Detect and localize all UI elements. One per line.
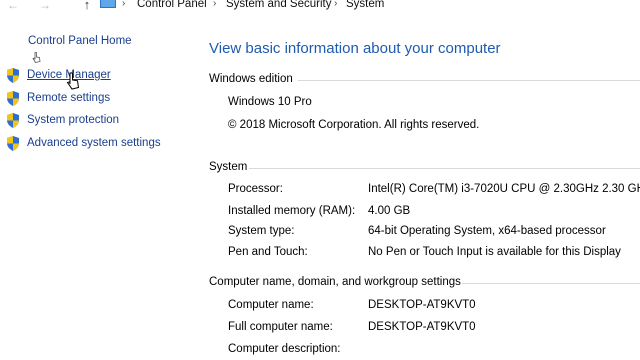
computer-name-value: DESKTOP-AT9KVT0: [368, 299, 476, 311]
shield-icon: [7, 136, 19, 151]
pen-and-touch-value: No Pen or Touch Input is available for t…: [368, 246, 621, 258]
shield-icon: [7, 91, 19, 106]
section-heading-system: System: [209, 161, 248, 173]
processor-value: Intel(R) Core(TM) i3-7020U CPU @ 2.30GHz…: [368, 183, 640, 195]
sidebar-item-system-protection[interactable]: System protection: [27, 114, 119, 126]
section-heading-windows-edition: Windows edition: [209, 73, 293, 85]
up-arrow-icon[interactable]: ↑: [80, 0, 94, 11]
windows-edition-name: Windows 10 Pro: [228, 96, 312, 108]
breadcrumb-system-and-security[interactable]: System and Security: [226, 0, 331, 10]
section-heading-computer-name: Computer name, domain, and workgroup set…: [209, 276, 461, 288]
processor-label: Processor:: [228, 183, 283, 195]
full-computer-name-label: Full computer name:: [228, 321, 333, 333]
system-type-label: System type:: [228, 225, 295, 237]
chevron-right-icon[interactable]: ›: [213, 0, 216, 9]
breadcrumb-system[interactable]: System: [346, 0, 384, 10]
full-computer-name-value: DESKTOP-AT9KVT0: [368, 321, 476, 333]
system-type-value: 64-bit Operating System, x64-based proce…: [368, 225, 606, 237]
windows-copyright: © 2018 Microsoft Corporation. All rights…: [228, 119, 480, 131]
shield-icon: [7, 113, 19, 128]
chevron-right-icon[interactable]: ›: [122, 0, 125, 9]
chevron-right-icon[interactable]: ›: [334, 0, 337, 9]
sidebar-item-advanced-system-settings[interactable]: Advanced system settings: [27, 137, 161, 149]
page-title: View basic information about your comput…: [209, 40, 501, 57]
shield-icon: [7, 68, 19, 83]
section-divider: [462, 283, 640, 284]
forward-arrow-icon[interactable]: →: [38, 0, 52, 11]
hand-pointer-icon: [32, 52, 41, 63]
pen-and-touch-label: Pen and Touch:: [228, 246, 308, 258]
control-panel-home-link[interactable]: Control Panel Home: [28, 35, 132, 47]
control-panel-icon: [100, 0, 116, 8]
sidebar-item-remote-settings[interactable]: Remote settings: [27, 92, 110, 104]
address-bar: ← → ↑ › Control Panel › System and Secur…: [0, 0, 640, 13]
section-divider: [298, 80, 640, 81]
back-arrow-icon[interactable]: ←: [6, 0, 20, 11]
installed-memory-value: 4.00 GB: [368, 205, 411, 217]
computer-description-label: Computer description:: [228, 343, 341, 355]
hand-pointer-icon: [66, 72, 80, 90]
breadcrumb-control-panel[interactable]: Control Panel: [137, 0, 207, 10]
installed-memory-label: Installed memory (RAM):: [228, 205, 356, 217]
computer-name-label: Computer name:: [228, 299, 314, 311]
section-divider: [249, 168, 640, 169]
